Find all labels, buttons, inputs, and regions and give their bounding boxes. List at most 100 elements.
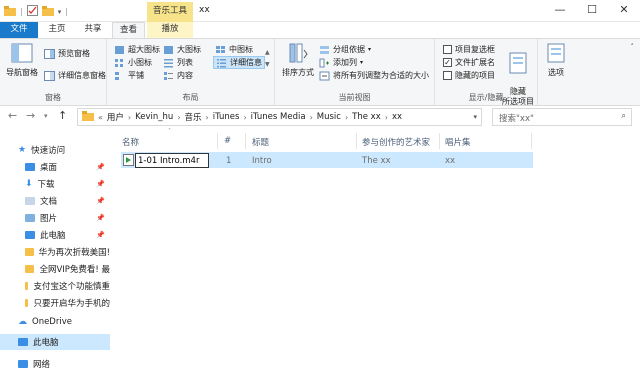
hidden-items-checkbox[interactable] [443,71,452,80]
item-checkboxes-label: 项目复选框 [455,45,495,54]
column-divider[interactable] [217,133,218,149]
nav-item-documents[interactable]: 文档 📌 [0,193,110,209]
pin-icon: 📌 [96,231,105,239]
column-divider[interactable] [356,133,357,149]
column-header-number[interactable]: # [224,136,231,146]
breadcrumb-item[interactable]: Kevin_hu [135,112,173,122]
nav-item-folder[interactable]: 支付宝这个功能慎重 [0,278,110,294]
file-artist: The xx [362,156,391,166]
properties-icon[interactable] [26,5,38,18]
recent-locations-icon[interactable]: ▾ [44,112,48,120]
details-option[interactable]: 详细信息 [213,56,265,69]
layout-scroll-down-icon[interactable]: ▼ [265,61,270,68]
breadcrumb-item[interactable]: The xx [352,112,381,122]
new-folder-icon[interactable] [41,5,54,18]
nav-item-this-pc-pinned[interactable]: 此电脑 📌 [0,227,110,243]
back-button[interactable]: ← [8,109,17,122]
breadcrumb-item[interactable]: xx [392,112,402,122]
medium-icons-icon [216,45,225,53]
rename-input[interactable]: 1-01 Intro.m4r [135,153,209,168]
breadcrumb-item[interactable]: iTunes [213,112,240,122]
documents-icon [25,197,35,205]
column-divider[interactable] [531,133,532,149]
nav-item-desktop[interactable]: 桌面 📌 [0,159,110,175]
quick-access-toolbar: | ▾ | [4,5,68,18]
nav-item-pictures[interactable]: 图片 📌 [0,210,110,226]
add-columns-icon [319,58,329,67]
content-option[interactable]: 内容 [163,70,193,81]
breadcrumb-separator: › [344,112,349,122]
sort-by-label: 排序方式 [282,68,314,77]
ribbon: 导航窗格 预览窗格 详细信息窗格 窗格 超大图标 大图标 中图标 小图标 列表 … [0,38,640,106]
column-header-album[interactable]: 唱片集 [445,136,471,148]
search-icon[interactable]: ⌕ [621,111,626,121]
nav-item-folder[interactable]: 全网VIP免费看! 最 [0,261,110,277]
sort-by-button[interactable]: 排序方式 [279,42,317,78]
close-button[interactable]: ✕ [608,0,640,22]
xl-icons-icon [115,45,124,54]
forward-button[interactable]: → [26,109,35,122]
nav-this-pc[interactable]: 此电脑 [0,334,110,350]
up-button[interactable]: ↑ [58,109,67,122]
download-icon: ⬇ [25,179,33,189]
tab-play[interactable]: 播放 [147,22,193,38]
small-icons-option[interactable]: 小图标 [114,57,152,68]
nav-item-folder[interactable]: 华为再次折戟美国! [0,244,110,260]
xl-icons-option[interactable]: 超大图标 [114,44,160,55]
tab-file[interactable]: 文件 [0,22,38,38]
nav-network[interactable]: 网络 [0,356,110,371]
details-pane-button[interactable]: 详细信息窗格 [44,70,106,81]
list-label: 列表 [177,58,193,67]
tab-view[interactable]: 查看 [112,22,145,39]
medium-icons-option[interactable]: 中图标 [215,44,253,55]
address-dropdown-icon[interactable]: ▾ [473,113,477,121]
minimize-button[interactable]: — [544,0,576,22]
content-label: 内容 [177,71,193,80]
search-box[interactable]: 搜索"xx" ⌕ [492,108,632,126]
window-controls: — ☐ ✕ [544,0,640,22]
large-icons-option[interactable]: 大图标 [163,44,201,55]
size-all-columns-button[interactable]: 将所有列调整为合适的大小 [319,70,429,81]
breadcrumb-item[interactable]: iTunes Media [251,112,306,122]
group-by-label: 分组依据 [333,45,365,54]
column-divider[interactable] [439,133,440,149]
layout-scroll-up-icon[interactable]: ▲ [265,49,270,56]
tiles-label: 平铺 [128,71,144,80]
nav-item-downloads[interactable]: ⬇ 下载 📌 [0,176,110,192]
item-checkboxes-checkbox[interactable] [443,45,452,54]
item-checkboxes-toggle[interactable]: 项目复选框 [443,44,495,55]
nav-quick-access[interactable]: ★ 快速访问 [0,142,110,158]
breadcrumb-item[interactable]: 音乐 [185,111,202,123]
hidden-items-toggle[interactable]: 隐藏的项目 [443,70,495,81]
collapse-ribbon-icon[interactable]: ˄ [631,43,635,51]
preview-pane-button[interactable]: 预览窗格 [44,48,90,59]
breadcrumb-item[interactable]: 用户 [107,111,124,123]
maximize-button[interactable]: ☐ [576,0,608,22]
list-option[interactable]: 列表 [163,57,193,68]
tab-share[interactable]: 共享 [78,22,108,38]
group-by-button[interactable]: 分组依据 ▾ [319,44,371,55]
network-icon [18,360,28,368]
address-bar[interactable]: « 用户 › Kevin_hu › 音乐 › iTunes › iTunes Media… [77,108,482,126]
file-extensions-checkbox[interactable]: ✓ [443,58,452,67]
options-button[interactable]: 选项 [541,42,571,78]
breadcrumb-overflow[interactable]: « [98,113,103,122]
address-row: ← → ▾ ↑ « 用户 › Kevin_hu › 音乐 › iTunes › iTun… [0,106,640,128]
tab-home[interactable]: 主页 [42,22,72,38]
column-header-name[interactable]: 名称 [122,136,139,148]
file-extensions-toggle[interactable]: ✓ 文件扩展名 [443,57,495,68]
breadcrumb-item[interactable]: Music [317,112,341,122]
qat-dropdown-icon[interactable]: ▾ [58,8,62,16]
nav-pane-button[interactable]: 导航窗格 [2,42,42,78]
music-tools-context-tab: 音乐工具 [147,2,193,22]
add-columns-button[interactable]: 添加列 ▾ [319,57,363,68]
column-header-artists[interactable]: 参与创作的艺术家 [362,136,430,148]
column-header-title[interactable]: 标题 [252,136,269,148]
large-icons-label: 大图标 [177,45,201,54]
folder-icon [25,265,35,273]
nav-item-folder[interactable]: 只要开启华为手机的 [0,295,110,311]
nav-onedrive[interactable]: ☁ OneDrive [0,314,110,330]
tiles-option[interactable]: 平铺 [114,70,144,81]
small-icons-label: 小图标 [128,58,152,67]
column-divider[interactable] [245,133,246,149]
